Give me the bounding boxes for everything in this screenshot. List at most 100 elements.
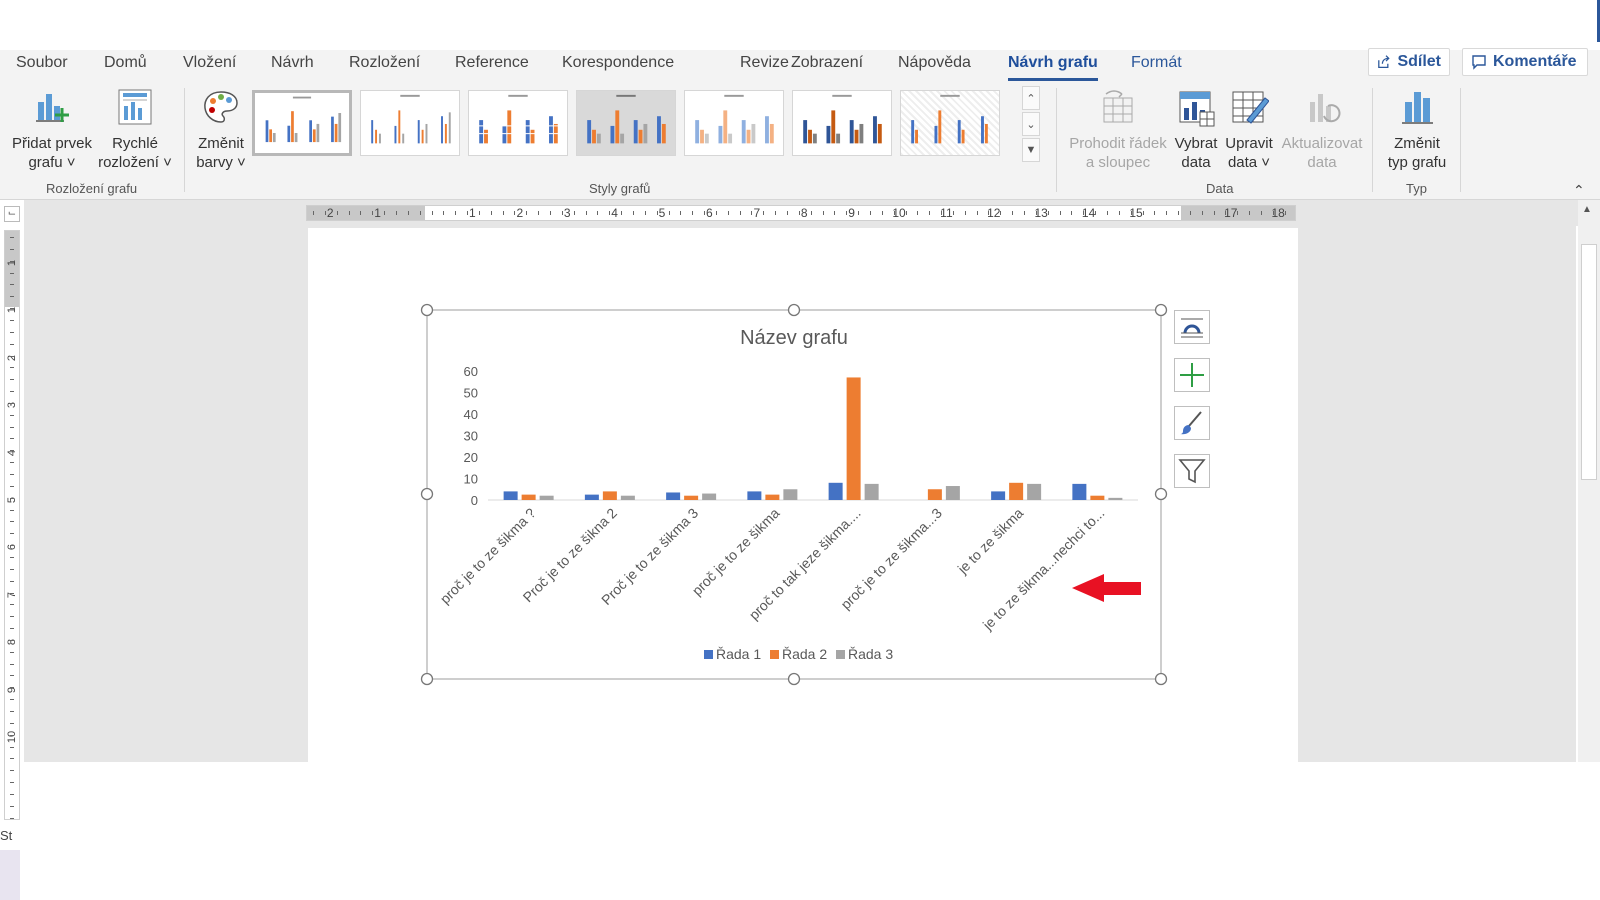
bar[interactable] bbox=[1027, 483, 1042, 500]
bar[interactable] bbox=[1090, 495, 1105, 500]
chart-style-thumb-5[interactable] bbox=[684, 90, 784, 156]
horizontal-ruler[interactable]: 2 1 1 2 3 4 5 6 7 8 9 10 11 12 13 14 15 17 18 bbox=[306, 205, 1296, 221]
bar[interactable] bbox=[584, 494, 599, 500]
tab-zobrazeni[interactable]: Zobrazení bbox=[791, 54, 863, 80]
tab-soubor[interactable]: Soubor bbox=[16, 54, 68, 80]
paintbrush-icon bbox=[1180, 411, 1202, 435]
bar[interactable] bbox=[521, 494, 536, 500]
refresh-data-button[interactable]: Aktualizovat data bbox=[1276, 86, 1368, 172]
bar[interactable] bbox=[1108, 497, 1123, 500]
bar[interactable] bbox=[539, 495, 554, 500]
bar[interactable] bbox=[864, 483, 879, 500]
ruler-tick bbox=[1154, 211, 1156, 215]
change-chart-type-button[interactable]: Změnit typ grafu bbox=[1380, 86, 1454, 172]
quick-layout-button[interactable]: Rychlé rozložení ˅ bbox=[96, 86, 174, 172]
tab-rozlozeni[interactable]: Rozložení bbox=[349, 54, 420, 80]
chart-style-thumb-3-preview bbox=[474, 94, 563, 144]
ruler-tick bbox=[10, 770, 14, 772]
tab-selector[interactable]: ⌙ bbox=[4, 206, 20, 222]
change-colors-label: Změnit bbox=[198, 135, 244, 152]
tab-revize[interactable]: Revize bbox=[740, 54, 789, 80]
chart-style-thumb-6[interactable] bbox=[792, 90, 892, 156]
gallery-scroll-down-button[interactable]: ⌄ bbox=[1022, 112, 1040, 136]
bar[interactable] bbox=[828, 482, 843, 500]
scrollbar-thumb[interactable] bbox=[1581, 244, 1597, 480]
chart-elements-button[interactable] bbox=[1174, 358, 1210, 392]
bar[interactable] bbox=[991, 491, 1006, 500]
y-tick-label: 40 bbox=[464, 407, 478, 422]
bar[interactable] bbox=[702, 493, 717, 500]
tab-korespondence[interactable]: Korespondence bbox=[562, 54, 674, 80]
tab-domu[interactable]: Domů bbox=[104, 54, 147, 80]
menu-tab-bar: Soubor Domů Vložení Návrh Rozložení Refe… bbox=[0, 50, 1600, 82]
share-button[interactable]: Sdílet bbox=[1368, 48, 1450, 76]
chart-filters-button[interactable] bbox=[1174, 454, 1210, 488]
ruler-tick bbox=[952, 211, 954, 215]
bar[interactable] bbox=[503, 491, 518, 500]
ruler-tick bbox=[313, 211, 314, 215]
resize-handle[interactable] bbox=[787, 303, 801, 317]
bar[interactable] bbox=[747, 491, 762, 500]
select-data-button[interactable]: Vybrat data bbox=[1172, 86, 1220, 172]
bar[interactable] bbox=[666, 492, 681, 500]
vertical-ruler[interactable]: 1 1 2 3 4 5 6 7 8 9 10 bbox=[4, 230, 20, 820]
tab-vlozeni[interactable]: Vložení bbox=[183, 54, 236, 80]
chart-style-thumb-1[interactable] bbox=[252, 90, 352, 156]
chart-styles-button[interactable] bbox=[1174, 406, 1210, 440]
tab-navrh-grafu[interactable]: Návrh grafu bbox=[1008, 54, 1098, 81]
ruler-tick bbox=[10, 426, 14, 428]
add-chart-element-button[interactable]: Přidat prvek grafu ˅ bbox=[10, 86, 94, 172]
tab-reference[interactable]: Reference bbox=[455, 54, 529, 80]
ruler-number: 8 bbox=[800, 206, 808, 220]
switch-row-column-button[interactable]: Prohodit řádek a sloupec bbox=[1066, 86, 1170, 172]
change-chart-type-label-2: typ grafu bbox=[1387, 154, 1447, 171]
comments-button[interactable]: Komentáře bbox=[1462, 48, 1588, 76]
resize-handle[interactable] bbox=[1154, 487, 1168, 501]
tab-format[interactable]: Formát bbox=[1131, 54, 1182, 80]
bar[interactable] bbox=[765, 494, 780, 500]
bar[interactable] bbox=[945, 486, 960, 500]
ruler-tick bbox=[10, 711, 14, 712]
resize-handle[interactable] bbox=[420, 672, 434, 686]
chart-title[interactable]: Název grafu bbox=[740, 327, 848, 349]
bar[interactable] bbox=[783, 489, 798, 500]
ruler-number: 3 bbox=[6, 402, 18, 409]
resize-handle[interactable] bbox=[1154, 672, 1168, 686]
ruler-tick bbox=[775, 211, 777, 215]
chart-styles-gallery bbox=[252, 90, 1042, 164]
legend[interactable]: Řada 1 Řada 2 Řada 3 bbox=[704, 646, 893, 662]
resize-handle[interactable] bbox=[1154, 303, 1168, 317]
collapse-ribbon-icon[interactable]: ⌃ bbox=[1573, 182, 1585, 199]
group-label-type: Typ bbox=[1406, 181, 1427, 196]
layout-options-button[interactable] bbox=[1174, 310, 1210, 344]
vertical-scrollbar[interactable]: ▲ bbox=[1578, 200, 1600, 762]
ruler-tick bbox=[834, 211, 836, 215]
ruler-tick bbox=[10, 782, 14, 784]
bar[interactable] bbox=[927, 489, 942, 500]
tab-navrh[interactable]: Návrh bbox=[271, 54, 314, 80]
gallery-more-button[interactable]: ▼ bbox=[1022, 138, 1040, 162]
chart-style-thumb-3[interactable] bbox=[468, 90, 568, 156]
chart-style-thumb-2[interactable] bbox=[360, 90, 460, 156]
bar[interactable] bbox=[1072, 483, 1087, 500]
chart-style-thumb-4[interactable] bbox=[576, 90, 676, 156]
chart-style-thumb-7[interactable] bbox=[900, 90, 1000, 156]
scroll-up-icon[interactable]: ▲ bbox=[1582, 204, 1592, 215]
edit-data-button[interactable]: Upravit data ˅ bbox=[1222, 86, 1276, 172]
group-label-layout: Rozložení grafu bbox=[46, 181, 138, 196]
bar[interactable] bbox=[620, 495, 635, 500]
select-data-label-2: data bbox=[1181, 154, 1211, 171]
tab-napoveda[interactable]: Nápověda bbox=[898, 54, 971, 80]
bar[interactable] bbox=[1009, 482, 1024, 500]
resize-handle[interactable] bbox=[787, 672, 801, 686]
resize-handle[interactable] bbox=[420, 303, 434, 317]
bar[interactable] bbox=[684, 495, 699, 500]
group-label-data: Data bbox=[1206, 181, 1234, 196]
gallery-scroll-up-button[interactable]: ⌃ bbox=[1022, 86, 1040, 110]
change-colors-button[interactable]: Změnit barvy ˅ bbox=[190, 86, 252, 172]
ruler-tick bbox=[561, 211, 563, 215]
bar[interactable] bbox=[602, 491, 617, 500]
add-chart-element-label: Přidat prvek bbox=[11, 135, 93, 152]
resize-handle[interactable] bbox=[420, 487, 434, 501]
bar[interactable] bbox=[846, 377, 861, 500]
